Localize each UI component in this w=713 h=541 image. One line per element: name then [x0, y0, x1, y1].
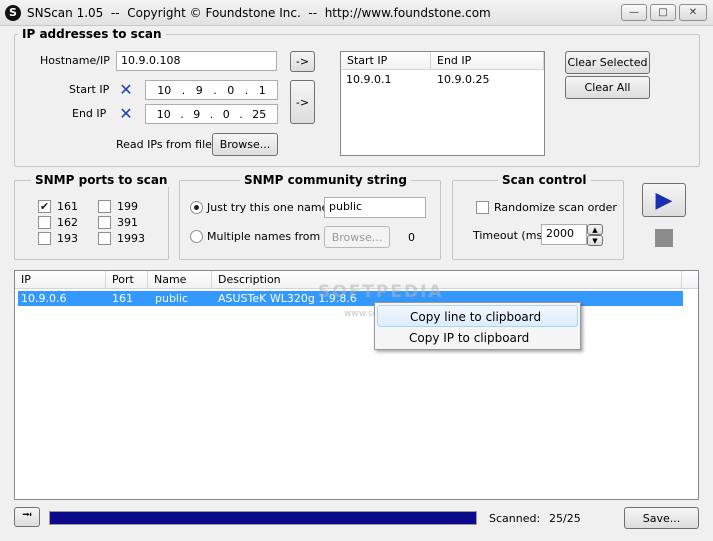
port-199-checkbox[interactable]: [98, 200, 111, 213]
randomize-checkbox[interactable]: [476, 201, 489, 214]
single-name-label: Just try this one name: [207, 201, 329, 214]
timeout-spin-down-icon[interactable]: ▼: [587, 235, 603, 246]
start-ip-octet-4: 1: [258, 83, 266, 97]
close-button[interactable]: ✕: [679, 4, 707, 21]
menu-item-copy-line[interactable]: Copy line to clipboard: [377, 305, 578, 327]
result-ip-cell[interactable]: 10.9.0.6: [21, 292, 66, 305]
browse-ip-file-button[interactable]: Browse...: [212, 133, 278, 156]
scan-progress-fill: [50, 512, 476, 524]
multiple-names-radio[interactable]: [190, 230, 203, 243]
port-161-checkbox[interactable]: ✔: [38, 200, 51, 213]
end-ip-octet-3: 0: [222, 107, 230, 121]
start-ip-octet-2: 9: [195, 83, 203, 97]
minimize-button[interactable]: —: [621, 4, 647, 21]
community-string-group: [179, 180, 441, 260]
column-port[interactable]: Port: [106, 271, 148, 289]
port-161-label: 161: [57, 200, 78, 213]
scanned-label: Scanned:: [489, 512, 541, 525]
start-ip-label: Start IP: [69, 83, 110, 96]
scan-control-title: Scan control: [498, 173, 591, 187]
ip-dot: .: [181, 83, 186, 97]
end-ip-octet-1: 10: [156, 107, 171, 121]
read-file-label: Read IPs from file: [116, 138, 212, 151]
column-filler: [682, 271, 698, 289]
port-193-checkbox[interactable]: [38, 232, 51, 245]
timeout-input[interactable]: 2000: [541, 224, 587, 245]
stop-scan-button[interactable]: [642, 221, 686, 255]
maximize-button[interactable]: □: [650, 4, 676, 21]
clear-all-button[interactable]: Clear All: [565, 76, 650, 99]
end-ip-octet-4: 25: [252, 107, 267, 121]
results-list[interactable]: IP Port Name Description 10.9.0.6 161 pu…: [14, 270, 699, 500]
ip-dot: .: [239, 107, 243, 121]
range-end-cell[interactable]: 10.9.0.25: [437, 73, 489, 86]
result-name-cell[interactable]: public: [155, 292, 188, 305]
column-ip[interactable]: IP: [15, 271, 106, 289]
community-name-input[interactable]: public: [324, 197, 426, 218]
context-menu: Copy line to clipboard Copy IP to clipbo…: [374, 302, 581, 350]
browse-names-button[interactable]: Browse...: [324, 226, 390, 248]
range-start-cell[interactable]: 10.9.0.1: [346, 73, 391, 86]
watermark-logo: SOFTPEDIA: [318, 282, 444, 302]
port-162-label: 162: [57, 216, 78, 229]
save-button[interactable]: Save...: [624, 507, 699, 529]
single-name-radio[interactable]: [190, 201, 203, 214]
ip-dot: .: [213, 83, 217, 97]
port-1993-checkbox[interactable]: [98, 232, 111, 245]
column-name[interactable]: Name: [148, 271, 212, 289]
scan-progress-bar: [49, 511, 477, 525]
start-ip-octet-1: 10: [157, 83, 172, 97]
play-icon: ▶: [655, 187, 673, 213]
names-count: 0: [408, 231, 415, 244]
pin-button[interactable]: ⭲: [14, 507, 40, 527]
port-199-label: 199: [117, 200, 138, 213]
pin-icon: ⭲: [22, 508, 32, 523]
timeout-spin-up-icon[interactable]: ▲: [587, 224, 603, 235]
window-title: SNScan 1.05 -- Copyright © Foundstone In…: [27, 6, 491, 20]
ip-dot: .: [180, 107, 184, 121]
end-ip-field[interactable]: 10. 9. 0. 25: [145, 104, 278, 124]
ip-dot: .: [244, 83, 249, 97]
column-end-ip[interactable]: End IP: [431, 52, 544, 70]
column-description[interactable]: Description: [212, 271, 682, 289]
port-391-checkbox[interactable]: [98, 216, 111, 229]
hostname-input[interactable]: 10.9.0.108: [116, 51, 277, 71]
start-ip-field[interactable]: 10. 9. 0. 1: [145, 80, 278, 100]
menu-item-copy-ip[interactable]: Copy IP to clipboard: [377, 327, 578, 349]
clear-start-ip-icon[interactable]: ✕: [117, 81, 135, 99]
start-scan-button[interactable]: ▶: [642, 183, 686, 217]
scan-control-group: [452, 180, 624, 260]
result-port-cell[interactable]: 161: [112, 292, 133, 305]
ip-range-list[interactable]: Start IP End IP 10.9.0.1 10.9.0.25: [340, 51, 545, 156]
snmp-ports-title: SNMP ports to scan: [31, 173, 172, 187]
add-range-button[interactable]: ->: [290, 80, 315, 124]
app-icon: S: [5, 5, 21, 21]
port-391-label: 391: [117, 216, 138, 229]
add-host-button[interactable]: ->: [290, 51, 315, 72]
column-start-ip[interactable]: Start IP: [341, 52, 431, 70]
stop-icon: [655, 229, 673, 247]
scanned-value: 25/25: [549, 512, 581, 525]
community-title: SNMP community string: [240, 173, 411, 187]
clear-end-ip-icon[interactable]: ✕: [117, 105, 135, 123]
start-ip-octet-3: 0: [227, 83, 235, 97]
port-162-checkbox[interactable]: [38, 216, 51, 229]
multiple-names-label: Multiple names from list: [207, 230, 340, 243]
port-1993-label: 1993: [117, 232, 145, 245]
hostname-label: Hostname/IP: [40, 54, 110, 67]
end-ip-label: End IP: [72, 107, 107, 120]
end-ip-octet-2: 9: [193, 107, 201, 121]
port-193-label: 193: [57, 232, 78, 245]
clear-selected-button[interactable]: Clear Selected: [565, 51, 650, 74]
timeout-label: Timeout (ms): [473, 229, 547, 242]
ip-group-title: IP addresses to scan: [18, 27, 166, 41]
randomize-label: Randomize scan order: [494, 201, 617, 214]
ip-dot: .: [209, 107, 214, 121]
